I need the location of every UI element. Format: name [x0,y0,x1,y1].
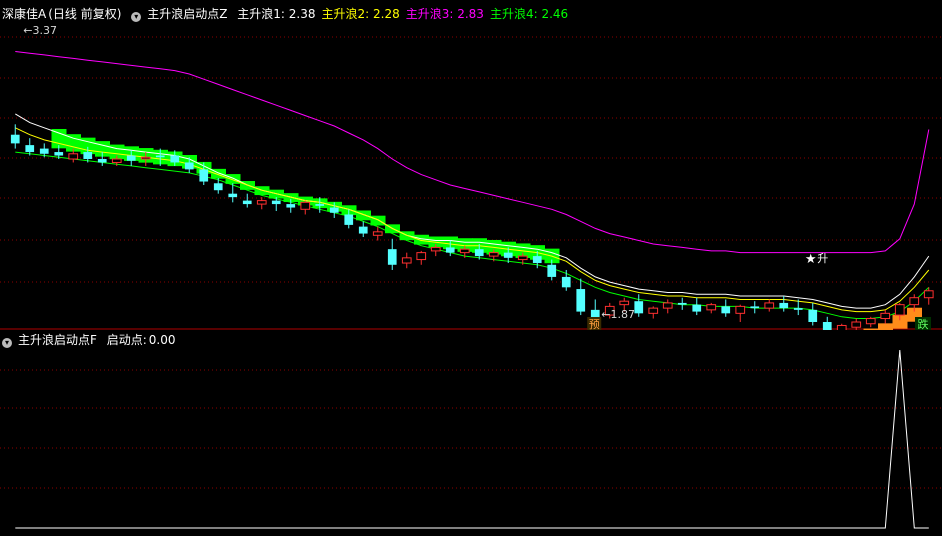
candle-body-10 [155,155,165,158]
candle-body-11 [170,155,180,163]
candle-body-21 [315,204,325,206]
candle-body-0 [10,134,20,144]
candle-body-22 [329,207,339,213]
candle-body-19 [286,204,296,208]
indicator-values: 主升浪1: 2.38 主升浪2: 2.28 主升浪3: 2.83 主升浪4: 2.46 [237,7,574,21]
indicator-line-4 [15,151,930,319]
candle-body-39 [576,289,586,312]
candle-body-1 [25,145,35,153]
candle-body-4 [68,153,79,160]
legend-line-3: 主升浪3: 2.83 [405,7,484,21]
candle-body-30 [445,247,455,253]
candle-body-50 [735,305,746,314]
candle-body-27 [401,257,412,264]
candle-body-23 [344,214,354,225]
indicator-name: 主升浪启动点Z [147,7,228,21]
candle-body-46 [677,302,687,305]
main-price-chart[interactable]: ←3.37 ←1.87预 跌 升★ [0,0,942,330]
marker-yu: 预 [589,318,600,330]
candle-body-13 [199,169,209,182]
candle-body-42 [619,300,630,306]
candle-body-47 [692,304,702,312]
candle-body-15 [228,193,238,198]
candle-body-9 [140,156,151,160]
candle-body-36 [532,256,542,264]
orange-block-60 [878,323,893,330]
candle-body-54 [793,308,803,310]
band-block-15 [225,174,241,184]
candle-body-20 [300,201,311,210]
candle-body-56 [822,322,832,330]
candle-body-16 [242,200,252,205]
candle-body-26 [387,249,397,265]
legend-line-1: 主升浪1: 2.38 [237,7,316,21]
candle-body-59 [865,318,876,325]
price-high-label: ←3.37 [23,24,57,37]
candle-body-60 [880,312,891,320]
candle-body-63 [923,290,934,299]
sub-header: ▾ 主升浪启动点F 启动点: 0.00 [2,332,182,348]
candle-body-43 [634,301,644,314]
candle-body-53 [779,302,789,309]
period-label: (日线 前复权) [48,7,122,21]
candle-body-5 [83,152,93,159]
candle-body-17 [256,200,267,205]
marker-sheng: 升 [817,252,828,265]
candle-body-44 [648,307,659,314]
candle-body-32 [474,249,484,257]
candle-body-33 [488,252,499,257]
candle-body-48 [706,304,717,311]
candle-body-2 [39,148,49,154]
main-header: 深康佳A (日线 前复权) ▾ 主升浪启动点Z 主升浪1: 2.38 主升浪2: 2.… [2,6,580,22]
sub-line-qidongdian [15,349,929,529]
candle-body-62 [909,297,920,306]
star-icon: ★ [805,252,817,267]
chart-root: ←3.37 ←1.87 预 跌 升 ★ 深康佳A (日线 前复权) ▾ 主升浪启动点Z 主升浪… [0,0,942,536]
candle-body-37 [547,264,557,277]
candle-body-12 [184,162,194,170]
candle-body-8 [126,155,136,161]
candle-body-45 [662,302,673,309]
indicator-toggle-icon[interactable]: ▾ [2,338,12,348]
candle-body-25 [372,231,383,236]
candle-body-24 [358,226,368,234]
candle-body-55 [808,309,818,322]
candle-body-49 [721,306,731,314]
candle-body-7 [111,158,122,163]
candle-body-51 [750,306,760,309]
sub-series-value: 0.00 [148,333,176,347]
candle-body-28 [416,252,427,261]
candle-body-18 [271,200,281,205]
legend-line-4: 主升浪4: 2.46 [489,7,569,21]
candle-body-35 [517,255,528,261]
price-low-label: ←1.87 [601,308,635,321]
candle-body-34 [503,252,513,258]
candle-body-6 [97,158,107,163]
candle-body-58 [851,321,862,328]
sub-indicator-name: 主升浪启动点F [18,333,97,347]
candle-body-31 [459,248,470,254]
sub-indicator-chart[interactable] [0,330,942,536]
candle-body-61 [894,304,905,316]
marker-die: 跌 [918,317,929,330]
candle-body-14 [213,183,223,191]
indicator-toggle-icon[interactable]: ▾ [131,12,142,22]
candle-body-38 [561,276,571,288]
stock-name: 深康佳A [2,7,47,21]
band-block-24 [356,210,371,221]
indicator-line-1 [15,113,930,309]
candle-body-52 [764,302,775,309]
legend-line-2: 主升浪2: 2.28 [321,7,400,21]
sub-series-label: 启动点: [106,333,147,347]
band-block-25 [370,215,386,226]
candle-body-3 [54,152,64,156]
candle-body-29 [430,246,441,252]
